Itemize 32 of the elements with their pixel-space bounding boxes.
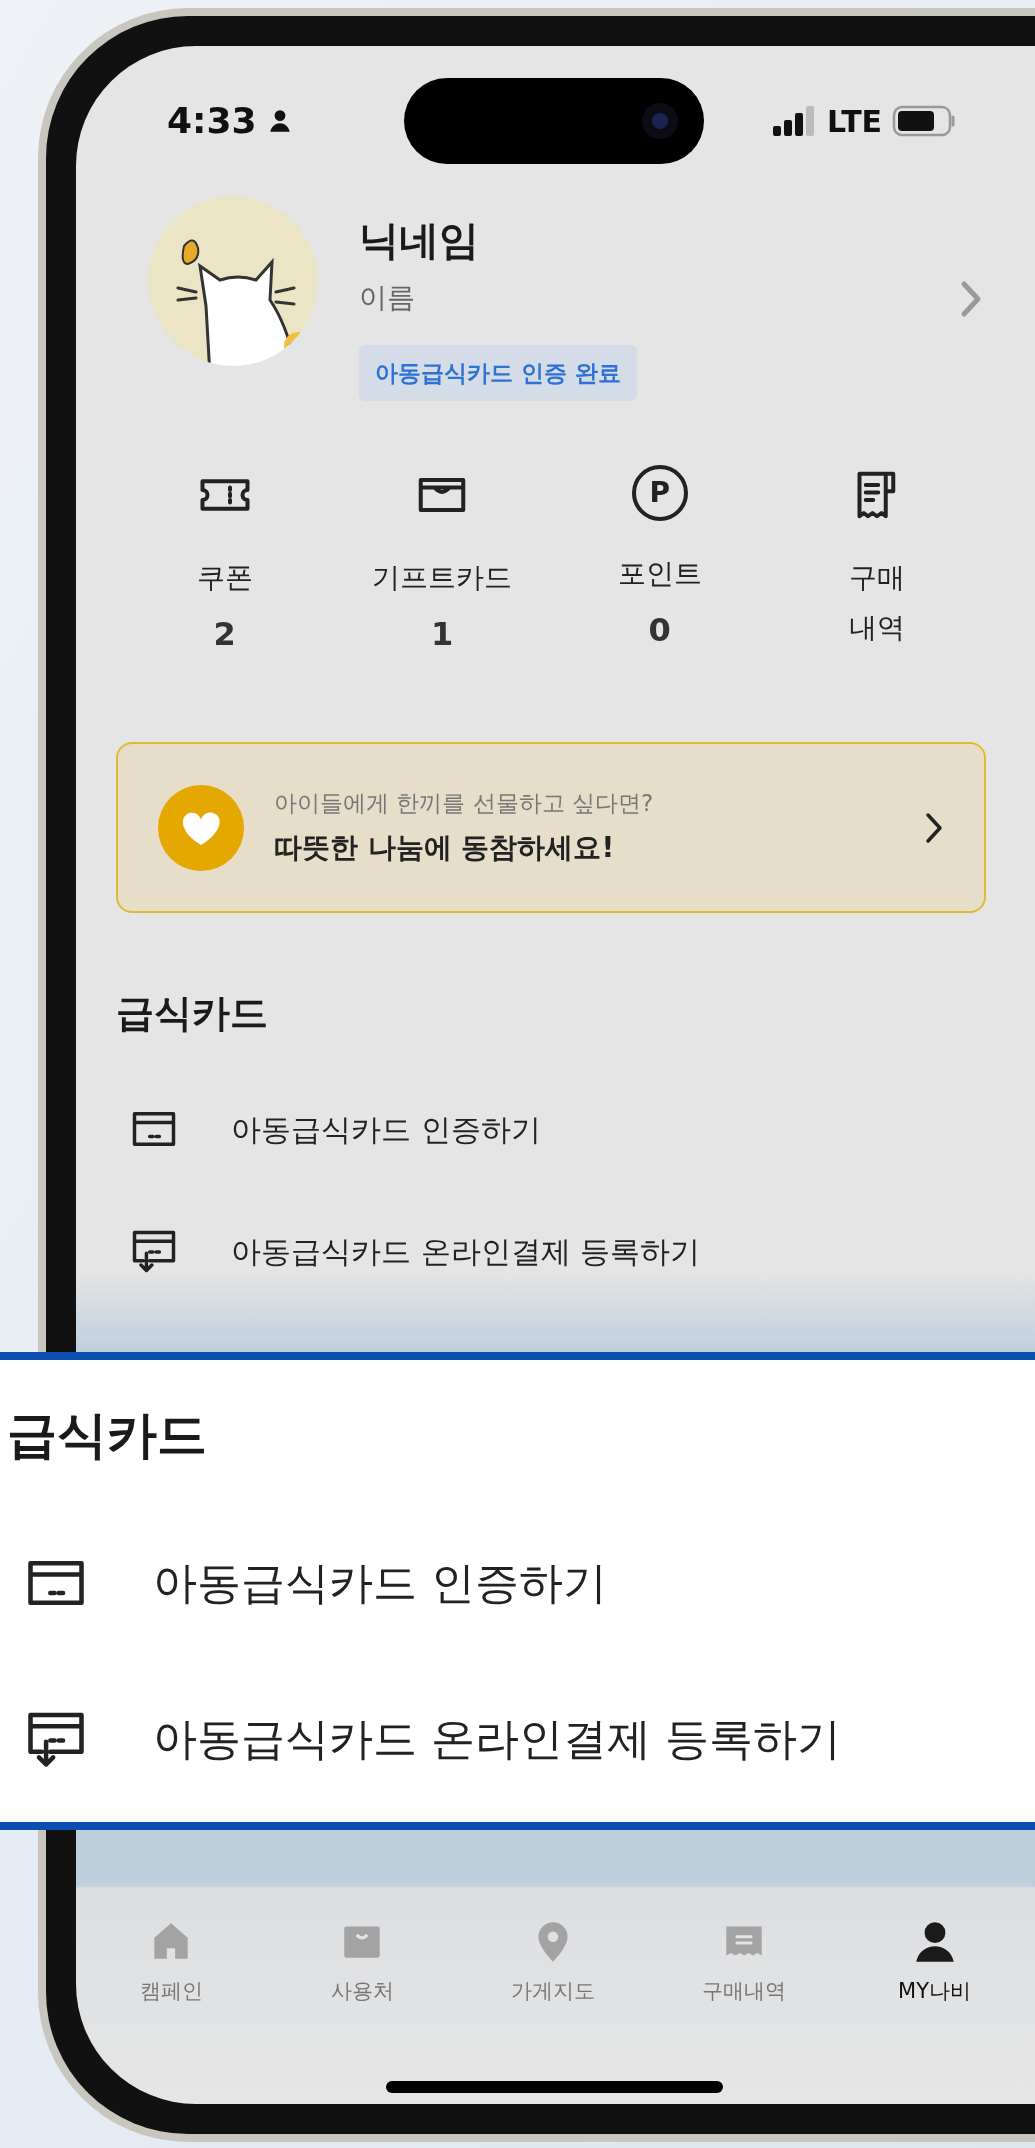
menu-item[interactable]: 아동급식카드 인증하기	[0, 1538, 1035, 1628]
banner-title: 따뜻한 나눔에 동참하세요!	[274, 829, 616, 866]
stat-count: 1	[431, 614, 454, 654]
chevron-right-icon	[924, 810, 944, 845]
menu-item[interactable]: 아동급식카드 온라인결제 등록하기	[0, 1694, 1035, 1784]
donation-banner[interactable]: 아이들에게 한끼를 선물하고 싶다면? 따뜻한 나눔에 동참하세요!	[116, 742, 986, 913]
menu-item[interactable]: 아동급식카드 인증하기	[76, 1089, 1035, 1169]
tab-item[interactable]: 가게지도	[457, 1917, 649, 2006]
network-label: LTE	[827, 102, 883, 141]
menu-item-label: 아동급식카드 온라인결제 등록하기	[153, 1712, 841, 1766]
menu-item[interactable]: 아동급식카드 온라인결제 등록하기	[76, 1211, 1035, 1291]
verified-badge: 아동급식카드 인증 완료	[359, 345, 637, 401]
point-icon: P	[631, 465, 688, 521]
banner-subtitle: 아이들에게 한끼를 선물하고 싶다면?	[274, 789, 655, 819]
stat-label[interactable]: 쿠폰	[196, 553, 253, 603]
menu-item-label: 아동급식카드 인증하기	[153, 1556, 607, 1610]
stat-count: 2	[213, 614, 236, 654]
section-title: 급식카드	[116, 990, 269, 1037]
nickname: 닉네임	[359, 216, 479, 264]
tab-item[interactable]: 구매내역	[648, 1917, 840, 2006]
menu-item-label: 아동급식카드 인증하기	[231, 1110, 541, 1149]
status-time: 4:33	[167, 99, 257, 143]
stat-label[interactable]: 구매내역	[845, 553, 910, 653]
tab-item[interactable]: MY나비	[839, 1917, 1030, 2006]
signal-icon	[773, 104, 817, 138]
camera-lens-icon	[640, 101, 680, 141]
stat-label[interactable]: 기프트카드	[372, 553, 513, 603]
stat-label[interactable]: 포인트	[617, 549, 702, 599]
section-title: 급식카드	[7, 1405, 208, 1466]
stat-count: 0	[648, 610, 671, 650]
user-name: 이름	[359, 280, 415, 316]
menu-item-label: 아동급식카드 온라인결제 등록하기	[231, 1232, 701, 1271]
